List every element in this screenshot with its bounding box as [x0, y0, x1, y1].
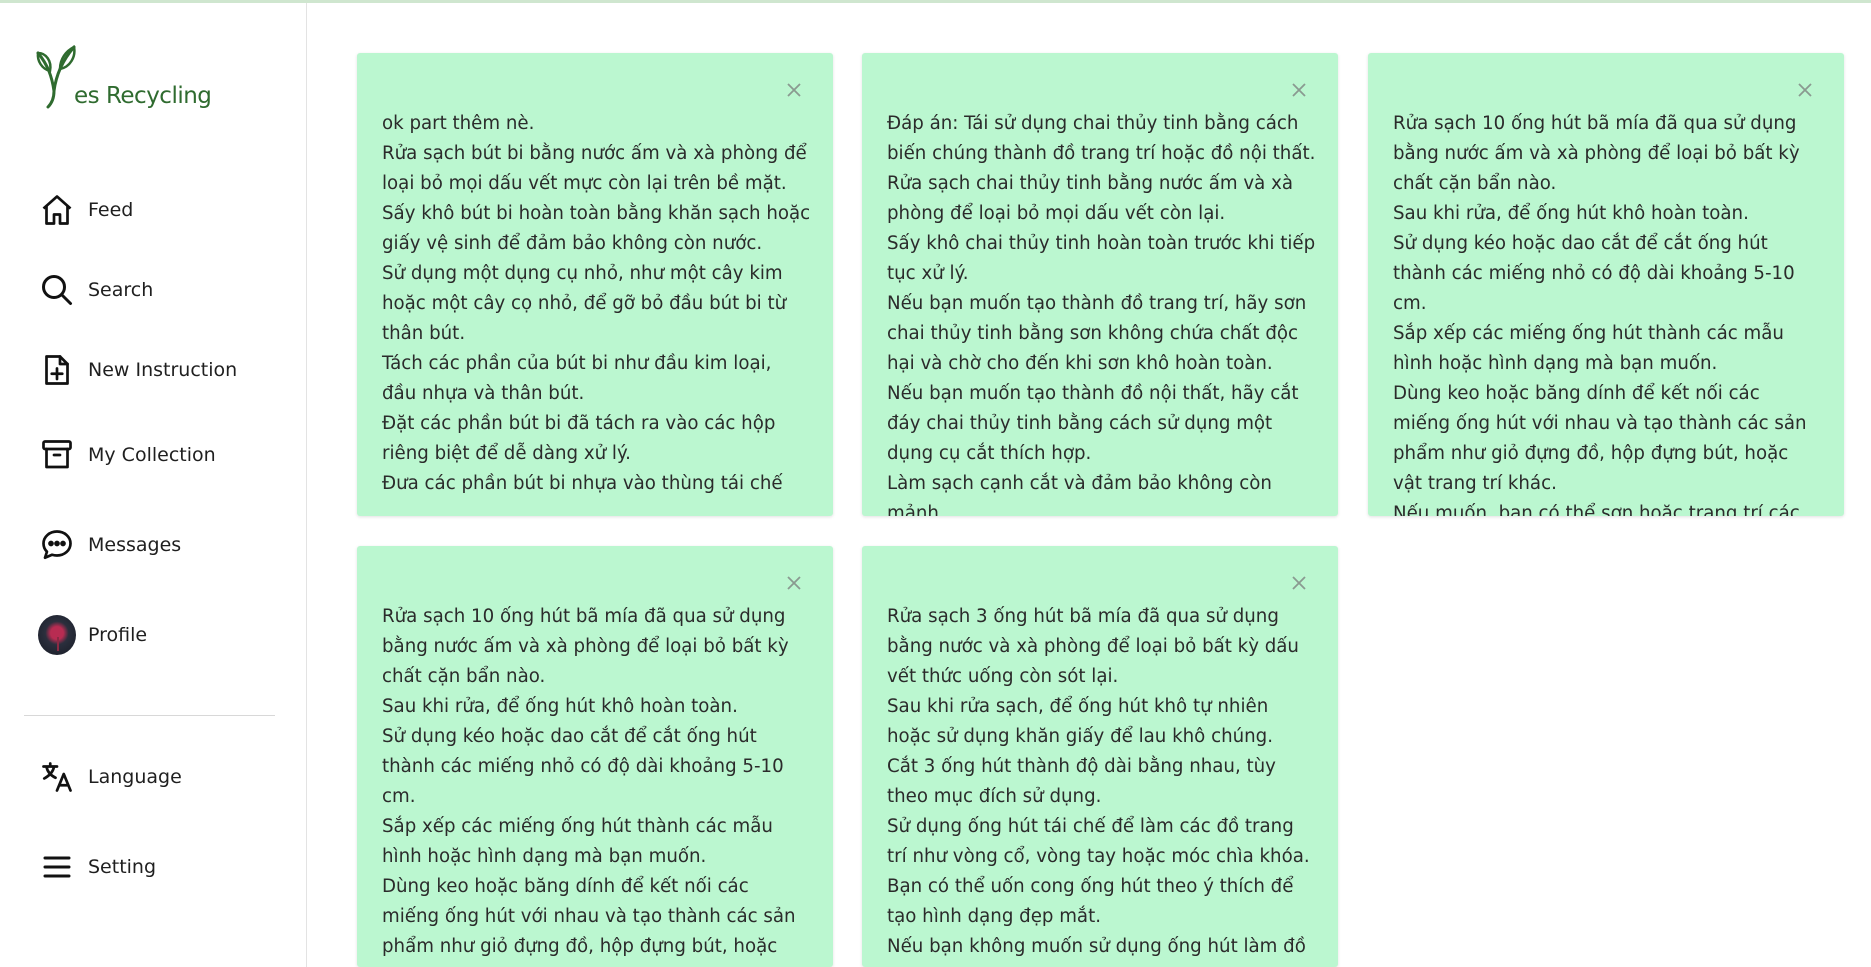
card-line: Dùng keo hoặc băng dính để kết nối các m…	[382, 876, 796, 967]
sidebar-item-label: Messages	[88, 534, 182, 556]
menu-icon	[38, 848, 76, 886]
sidebar-item-profile[interactable]: Profile	[38, 615, 148, 655]
card-line: Sấy khô bút bi hoàn toàn bằng khăn sạch …	[382, 203, 811, 254]
close-icon[interactable]	[783, 572, 805, 594]
sidebar-item-label: Feed	[88, 199, 134, 221]
sidebar: es Recycling Feed Search New Instruction…	[0, 3, 307, 967]
instruction-card[interactable]: ok part thêm nè. Rửa sạch bút bi bằng nư…	[357, 53, 833, 516]
card-line: Rửa sạch 3 ống hút bã mía đã qua sử dụng…	[887, 606, 1299, 687]
sidebar-item-language[interactable]: Language	[38, 758, 182, 796]
card-line: Nếu bạn muốn tạo thành đồ trang trí, hãy…	[887, 293, 1307, 374]
card-line: Nếu muốn, bạn có thể sơn hoặc trang trí …	[1393, 503, 1800, 516]
card-line: Đưa các phần bút bi nhựa vào thùng tái c…	[382, 473, 783, 494]
card-line: Nếu bạn không muốn sử dụng ống hút làm đ…	[887, 936, 1306, 957]
close-icon[interactable]	[783, 79, 805, 101]
logo-text: es Recycling	[74, 83, 212, 109]
sidebar-item-label: Language	[88, 766, 182, 788]
card-line: Sau khi rửa, để ống hút khô hoàn toàn.	[1393, 203, 1749, 224]
sidebar-item-my-collection[interactable]: My Collection	[38, 436, 216, 474]
sidebar-item-label: Setting	[88, 856, 157, 878]
sidebar-divider	[24, 715, 275, 716]
instruction-card[interactable]: Đáp án: Tái sử dụng chai thủy tinh bằng …	[862, 53, 1338, 516]
card-line: Đáp án: Tái sử dụng chai thủy tinh bằng …	[887, 113, 1316, 164]
sidebar-item-label: Profile	[88, 624, 148, 646]
card-line: Rửa sạch chai thủy tinh bằng nước ấm và …	[887, 173, 1294, 224]
card-line: Rửa sạch 10 ống hút bã mía đã qua sử dụn…	[382, 606, 789, 687]
sidebar-item-new-instruction[interactable]: New Instruction	[38, 351, 237, 389]
card-text: Rửa sạch 10 ống hút bã mía đã qua sử dụn…	[382, 602, 811, 967]
card-line: Rửa sạch bút bi bằng nước ấm và xà phòng…	[382, 143, 807, 194]
leaf-logo-icon	[36, 45, 76, 109]
card-line: Sắp xếp các miếng ống hút thành các mẫu …	[1393, 323, 1784, 374]
card-line: Sau khi rửa, để ống hút khô hoàn toàn.	[382, 696, 738, 717]
card-line: Làm sạch cạnh cắt và đảm bảo không còn m…	[887, 473, 1272, 516]
card-line: Rửa sạch 10 ống hút bã mía đã qua sử dụn…	[1393, 113, 1800, 194]
chat-bubble-icon	[38, 526, 76, 564]
card-text: Rửa sạch 3 ống hút bã mía đã qua sử dụng…	[887, 602, 1316, 962]
card-line: Sử dụng một dụng cụ nhỏ, như một cây kim…	[382, 263, 787, 344]
avatar	[38, 615, 76, 655]
card-line: Sử dụng kéo hoặc dao cắt để cắt ống hút …	[382, 726, 784, 807]
card-line: Sử dụng kéo hoặc dao cắt để cắt ống hút …	[1393, 233, 1795, 314]
search-icon	[38, 271, 76, 309]
card-text: Rửa sạch 10 ống hút bã mía đã qua sử dụn…	[1393, 109, 1822, 516]
card-line: Đặt các phần bút bi đã tách ra vào các h…	[382, 413, 776, 464]
card-text: Đáp án: Tái sử dụng chai thủy tinh bằng …	[887, 109, 1316, 516]
close-icon[interactable]	[1288, 79, 1310, 101]
sidebar-item-search[interactable]: Search	[38, 271, 153, 309]
home-icon	[38, 191, 76, 229]
sidebar-item-label: My Collection	[88, 444, 216, 466]
instruction-card[interactable]: Rửa sạch 10 ống hút bã mía đã qua sử dụn…	[1368, 53, 1844, 516]
card-line: Sau khi rửa sạch, để ống hút khô tự nhiê…	[887, 696, 1273, 747]
card-text: ok part thêm nè. Rửa sạch bút bi bằng nư…	[382, 109, 811, 499]
sidebar-item-feed[interactable]: Feed	[38, 191, 133, 229]
close-icon[interactable]	[1288, 572, 1310, 594]
sidebar-item-label: New Instruction	[88, 359, 238, 381]
card-line: Tách các phần của bút bi như đầu kim loạ…	[382, 353, 772, 404]
card-line: Sắp xếp các miếng ống hút thành các mẫu …	[382, 816, 773, 867]
sidebar-item-label: Search	[88, 279, 154, 301]
sidebar-item-setting[interactable]: Setting	[38, 848, 156, 886]
logo[interactable]: es Recycling	[34, 41, 212, 111]
file-plus-icon	[38, 351, 76, 389]
close-icon[interactable]	[1794, 79, 1816, 101]
card-line: Nếu bạn muốn tạo thành đồ nội thất, hãy …	[887, 383, 1299, 464]
instruction-card[interactable]: Rửa sạch 10 ống hút bã mía đã qua sử dụn…	[357, 546, 833, 967]
translate-icon	[38, 758, 76, 796]
card-line: Dùng keo hoặc băng dính để kết nối các m…	[1393, 383, 1807, 494]
archive-icon	[38, 436, 76, 474]
instruction-card[interactable]: Rửa sạch 3 ống hút bã mía đã qua sử dụng…	[862, 546, 1338, 967]
card-line: Sử dụng ống hút tái chế để làm các đồ tr…	[887, 816, 1310, 927]
sidebar-item-messages[interactable]: Messages	[38, 526, 181, 564]
card-line: Cắt 3 ống hút thành độ dài bằng nhau, tù…	[887, 756, 1276, 807]
card-line: Sấy khô chai thủy tinh hoàn toàn trước k…	[887, 233, 1316, 284]
card-line: ok part thêm nè.	[382, 113, 535, 134]
